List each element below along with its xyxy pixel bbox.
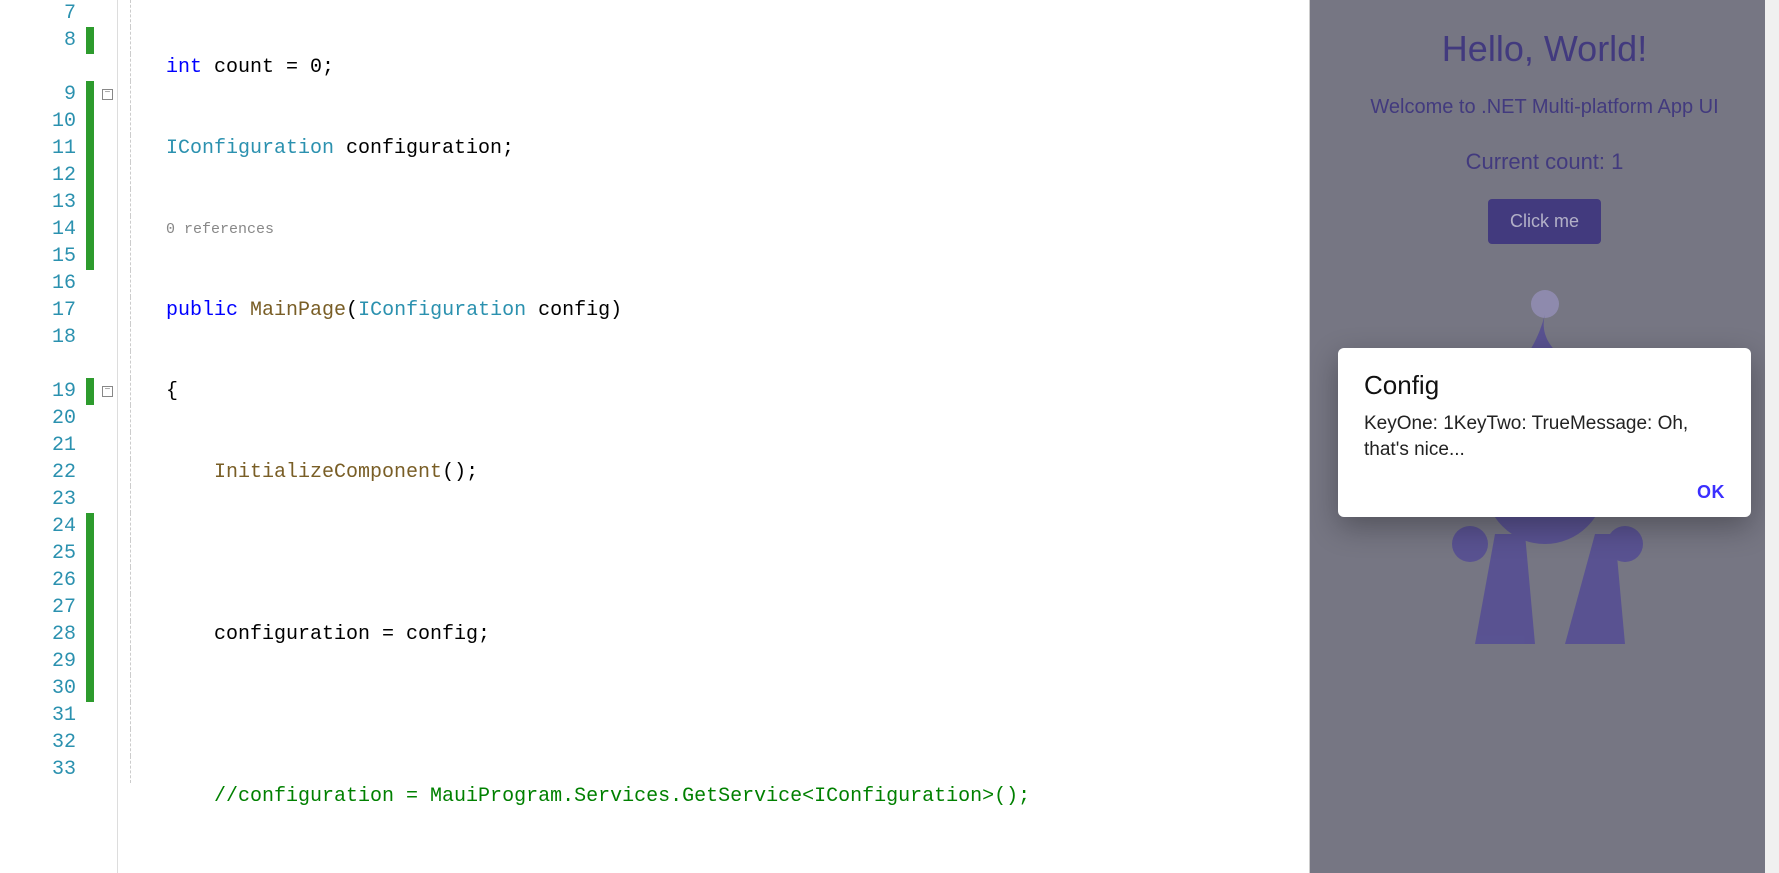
app-counter-label: Current count: 1 [1310,149,1779,175]
alert-dialog: Config KeyOne: 1KeyTwo: TrueMessage: Oh,… [1338,348,1751,517]
codelens-references[interactable]: 0 references [166,216,1309,243]
line-number: 8 [0,27,76,54]
line-number: 16 [0,270,76,297]
line-number: 20 [0,405,76,432]
line-number: 7 [0,0,76,27]
line-number: 13 [0,189,76,216]
line-number: 10 [0,108,76,135]
line-number-gutter: 7 8 9 10 11 12 13 14 15 16 17 18 19 20 2… [0,0,82,873]
dialog-ok-button[interactable]: OK [1364,482,1725,503]
codelens-refs[interactable] [0,351,76,378]
fold-gutter[interactable]: −− [98,0,118,873]
dialog-message: KeyOne: 1KeyTwo: TrueMessage: Oh, that's… [1364,411,1725,462]
line-number: 28 [0,621,76,648]
code-line[interactable] [166,864,1309,873]
line-number: 24 [0,513,76,540]
line-number: 30 [0,675,76,702]
line-number: 19 [0,378,76,405]
code-line[interactable]: IConfiguration configuration; [166,135,1309,162]
line-number: 14 [0,216,76,243]
line-number: 9 [0,81,76,108]
line-number: 25 [0,540,76,567]
line-number: 22 [0,459,76,486]
code-line[interactable] [166,702,1309,729]
line-number: 17 [0,297,76,324]
line-number: 29 [0,648,76,675]
code-area[interactable]: int count = 0; IConfiguration configurat… [166,0,1309,873]
line-number: 26 [0,567,76,594]
code-line[interactable] [166,540,1309,567]
line-number: 23 [0,486,76,513]
line-number: 12 [0,162,76,189]
line-number: 21 [0,432,76,459]
codelens-refs[interactable] [0,54,76,81]
code-line[interactable]: { [166,378,1309,405]
app-subtitle: Welcome to .NET Multi-platform App UI [1310,96,1779,119]
code-editor[interactable]: 7 8 9 10 11 12 13 14 15 16 17 18 19 20 2… [0,0,1309,873]
indent-guides [118,0,166,873]
line-number: 32 [0,729,76,756]
code-line[interactable]: //configuration = MauiProgram.Services.G… [166,783,1309,810]
line-number: 15 [0,243,76,270]
code-line[interactable]: public MainPage(IConfiguration config) [166,297,1309,324]
fold-toggle-icon[interactable]: − [102,89,113,100]
line-number: 33 [0,756,76,783]
click-me-button[interactable]: Click me [1488,199,1601,244]
dialog-title: Config [1364,370,1725,401]
app-emulator-preview: Hello, World! Welcome to .NET Multi-plat… [1309,0,1779,873]
app-title: Hello, World! [1310,28,1779,70]
line-number: 18 [0,324,76,351]
preview-scrollbar[interactable] [1765,0,1779,873]
line-number: 31 [0,702,76,729]
code-line[interactable]: int count = 0; [166,54,1309,81]
line-number: 27 [0,594,76,621]
fold-toggle-icon[interactable]: − [102,386,113,397]
change-indicator-bar [82,0,98,873]
code-line[interactable]: InitializeComponent(); [166,459,1309,486]
code-line[interactable]: configuration = config; [166,621,1309,648]
line-number: 11 [0,135,76,162]
